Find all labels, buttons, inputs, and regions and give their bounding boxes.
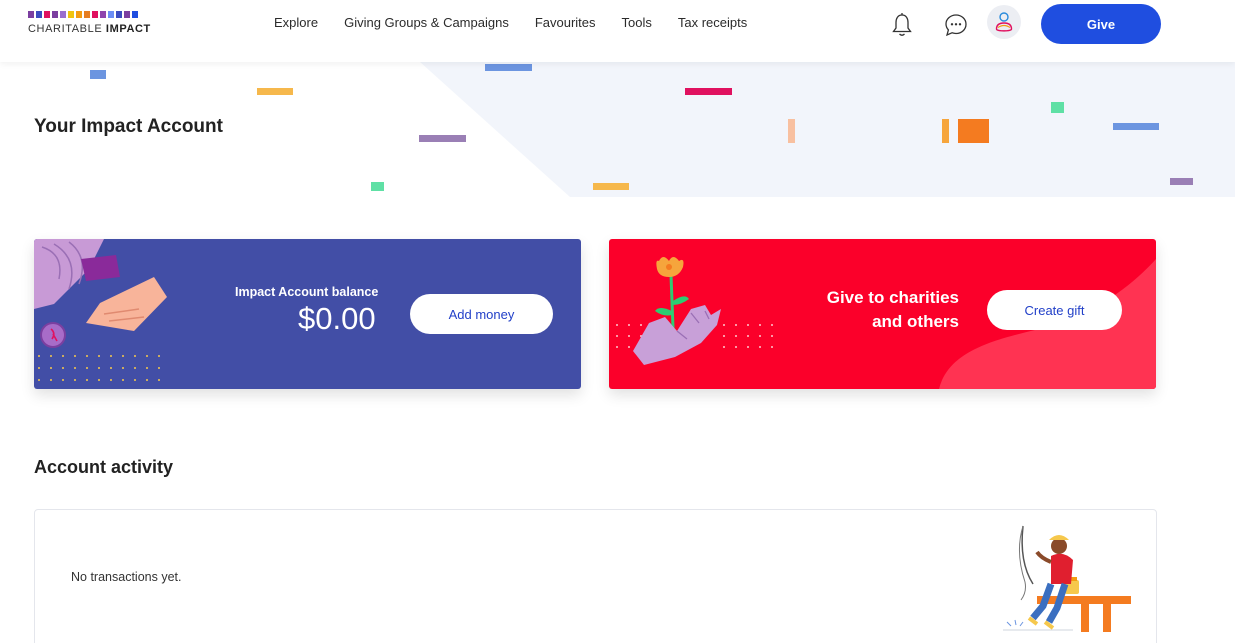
user-avatar-icon xyxy=(995,12,1013,32)
page-title: Your Impact Account xyxy=(34,116,223,137)
nav-giving-groups-campaigns[interactable]: Giving Groups & Campaigns xyxy=(344,15,509,30)
main-nav: Explore Giving Groups & Campaigns Favour… xyxy=(274,15,747,30)
messages-button[interactable] xyxy=(940,9,972,41)
hand-with-flower-illustration xyxy=(633,257,721,365)
user-avatar[interactable] xyxy=(987,5,1021,39)
nav-tools[interactable]: Tools xyxy=(622,15,652,30)
impact-account-balance-card: Impact Account balance $0.00 Add money xyxy=(34,239,581,389)
nav-tax-receipts[interactable]: Tax receipts xyxy=(678,15,747,30)
charitable-impact-logo[interactable]: CHARITABLE IMPACT xyxy=(28,11,151,35)
confetti-shape xyxy=(90,70,106,79)
chat-icon xyxy=(945,14,967,37)
nav-favourites[interactable]: Favourites xyxy=(535,15,596,30)
account-activity-panel: No transactions yet. xyxy=(34,509,1157,643)
confetti-shape xyxy=(958,119,989,143)
add-money-button[interactable]: Add money xyxy=(410,294,553,334)
confetti-shape xyxy=(485,64,532,71)
confetti-shape xyxy=(371,182,384,191)
confetti-shape xyxy=(419,135,466,142)
logo-color-bars xyxy=(28,11,151,18)
top-navigation-bar: CHARITABLE IMPACT Explore Giving Groups … xyxy=(0,0,1235,62)
confetti-shape xyxy=(257,88,293,95)
create-gift-button[interactable]: Create gift xyxy=(987,290,1122,330)
confetti-shape xyxy=(1113,123,1159,130)
notifications-button[interactable] xyxy=(886,9,918,41)
give-text-line-1: Give to charities xyxy=(826,288,959,307)
give-text-line-2: and others xyxy=(872,312,959,331)
empty-state-message: No transactions yet. xyxy=(71,570,182,584)
hand-with-card-illustration xyxy=(34,239,167,381)
confetti-shape xyxy=(788,119,795,143)
confetti-shape xyxy=(1051,102,1064,113)
confetti-shape xyxy=(593,183,629,190)
logo-text: CHARITABLE IMPACT xyxy=(28,23,151,35)
bell-icon xyxy=(892,13,912,36)
confetti-shape xyxy=(685,88,732,95)
give-to-charities-card: Give to charities and others Create gift xyxy=(609,239,1156,389)
nav-explore[interactable]: Explore xyxy=(274,15,318,30)
fishing-person-illustration xyxy=(1003,525,1131,632)
confetti-shape xyxy=(942,119,949,143)
give-to-charities-text: Give to charities and others xyxy=(799,286,959,334)
impact-account-hero: Your Impact Account xyxy=(0,62,1235,197)
balance-label: Impact Account balance xyxy=(235,285,379,299)
balance-amount: $0.00 xyxy=(298,301,376,336)
give-button[interactable]: Give xyxy=(1041,4,1161,44)
account-activity-heading: Account activity xyxy=(34,457,174,477)
confetti-shape xyxy=(1170,178,1193,185)
